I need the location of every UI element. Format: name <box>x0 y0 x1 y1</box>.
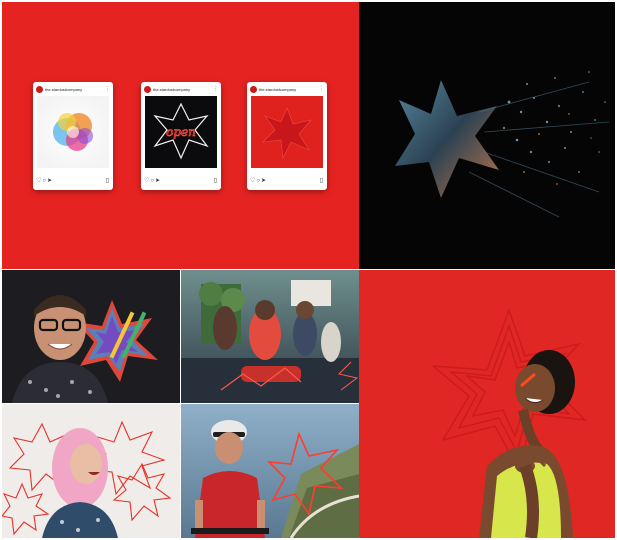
post-actions: ♡○➤ <box>144 177 161 184</box>
send-icon[interactable]: ➤ <box>261 178 267 184</box>
more-icon[interactable]: ⋮ <box>213 85 218 93</box>
post-image-neon-open: open <box>145 96 217 168</box>
more-icon[interactable]: ⋮ <box>105 85 110 93</box>
send-icon[interactable]: ➤ <box>155 178 161 184</box>
social-post-card[interactable]: the.stardustcompany ⋮ ♡○➤ ▯ <box>247 82 327 190</box>
cyclist-tile <box>181 404 359 538</box>
bookmark-icon[interactable]: ▯ <box>106 177 109 184</box>
brand-moodboard: the.stardustcompany ⋮ ♡○➤ ▯ the.stardust… <box>2 2 615 538</box>
bookmark-icon[interactable]: ▯ <box>214 177 217 184</box>
bookmark-icon[interactable]: ▯ <box>320 177 323 184</box>
particle-star-tile <box>359 2 615 269</box>
post-actions: ♡○➤ <box>36 177 53 184</box>
avatar <box>144 86 151 93</box>
more-icon[interactable]: ⋮ <box>319 85 324 93</box>
post-handle: the.stardustcompany <box>45 87 83 92</box>
post-header: the.stardustcompany ⋮ <box>36 85 110 94</box>
pink-hair-tile <box>2 404 180 538</box>
social-post-card[interactable]: the.stardustcompany ⋮ open ♡○➤ ▯ <box>141 82 221 190</box>
portrait-rainbow-star-tile <box>2 270 180 403</box>
neon-text: open <box>166 125 196 139</box>
post-handle: the.stardustcompany <box>153 87 191 92</box>
post-image-color-burst <box>37 96 109 168</box>
post-header: the.stardustcompany ⋮ <box>144 85 218 94</box>
avatar <box>250 86 257 93</box>
post-handle: the.stardustcompany <box>259 87 297 92</box>
avatar <box>36 86 43 93</box>
post-header: the.stardustcompany ⋮ <box>250 85 324 94</box>
laughing-woman-tile <box>359 270 615 538</box>
post-actions: ♡○➤ <box>250 177 267 184</box>
send-icon[interactable]: ➤ <box>47 178 53 184</box>
social-post-card[interactable]: the.stardustcompany ⋮ ♡○➤ ▯ <box>33 82 113 190</box>
post-image-red-star <box>251 96 323 168</box>
film-poster-tile <box>181 270 359 403</box>
social-posts-tile: the.stardustcompany ⋮ ♡○➤ ▯ the.stardust… <box>2 2 359 269</box>
